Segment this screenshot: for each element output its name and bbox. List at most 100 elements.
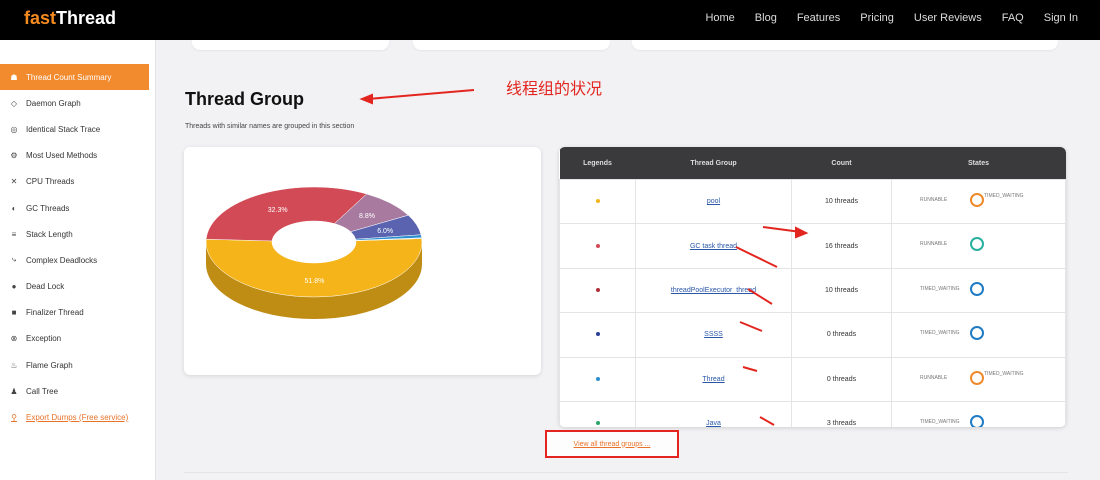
states-cell: RUNNABLE TIMED_WAITING (891, 178, 1066, 225)
sidebar-item-daemon-graph[interactable]: ◇ Daemon Graph (0, 90, 155, 116)
donut-label: 32.3% (268, 207, 288, 214)
legend-cell (559, 223, 636, 269)
tree-icon: ♟ (10, 386, 18, 396)
exception-icon: ⊗ (10, 334, 18, 344)
nav-sign-in[interactable]: Sign In (1044, 12, 1078, 24)
state-label: TIMED_WAITING (920, 285, 960, 292)
state-label: TIMED_WAITING (984, 193, 1024, 199)
nav-user-reviews[interactable]: User Reviews (914, 12, 982, 24)
export-icon: ⚲ (11, 413, 17, 423)
thread-group-link[interactable]: Java (635, 400, 792, 427)
nav-blog[interactable]: Blog (755, 12, 777, 24)
stack-icon: ◎ (10, 124, 18, 134)
app-logo[interactable]: fastThread (24, 8, 116, 29)
thread-group-link[interactable]: pool (635, 178, 792, 225)
table-row: GC task thread 16 threads RUNNABLE (559, 223, 1066, 269)
arrow-head-icon (359, 93, 373, 105)
state-donut-icon (970, 326, 984, 341)
sidebar-item-identical-stack[interactable]: ◎ Identical Stack Trace (0, 116, 155, 142)
thread-count: 0 threads (791, 312, 892, 358)
state-donut-icon (970, 370, 984, 385)
nav-pricing[interactable]: Pricing (860, 12, 894, 24)
sidebar-item-finalizer-thread[interactable]: ■ Finalizer Thread (0, 300, 155, 326)
previous-card-edge (632, 40, 1058, 50)
table-body: pool 10 threads RUNNABLE TIMED_WAITING GC ta… (559, 178, 1066, 427)
state-label: TIMED_WAITING (920, 330, 960, 337)
legend-dot (595, 243, 600, 248)
state-label: RUNNABLE (920, 374, 948, 381)
state-label: TIMED_WAITING (920, 418, 960, 425)
thread-group-table-card: Legends Thread Group Count States pool 10… (559, 147, 1066, 427)
legend-cell (559, 267, 636, 314)
legend-dot (595, 421, 600, 426)
states-cell: TIMED_WAITING (891, 312, 1066, 358)
annotation-arrow-icon (367, 89, 475, 100)
thread-group-link[interactable]: GC task thread (635, 223, 792, 269)
sidebar-item-export-dumps[interactable]: ⚲ Export Dumps (Free service) (0, 404, 155, 430)
state-donut-icon (970, 193, 984, 207)
finalizer-icon: ■ (11, 308, 17, 318)
sidebar-item-most-used-methods[interactable]: ⚙ Most Used Methods (0, 143, 155, 169)
nav-faq[interactable]: FAQ (1002, 12, 1024, 24)
state-label: TIMED_WAITING (984, 370, 1024, 377)
main-content: Thread Group Threads with similar names … (156, 40, 1100, 480)
previous-card-edge (413, 40, 610, 50)
donut-label: 51.8% (305, 278, 325, 285)
donut-chart: 51.8% 32.3% 8.8% 6.0% (205, 186, 423, 319)
thread-group-link[interactable]: SSSS (635, 312, 792, 358)
states-cell: TIMED_WAITING (891, 400, 1066, 427)
sidebar-item-cpu-threads[interactable]: ✕ CPU Threads (0, 169, 155, 195)
state-label: RUNNABLE (920, 241, 948, 248)
legend-dot (595, 287, 600, 292)
header-states: States (891, 147, 1066, 180)
legend-dot (595, 376, 600, 381)
thread-group-link[interactable]: Thread (635, 356, 792, 402)
sidebar-item-stack-length[interactable]: ≡ Stack Length (0, 221, 155, 247)
thread-count: 16 threads (791, 223, 892, 269)
thread-count: 10 threads (791, 267, 892, 314)
sidebar-item-complex-deadlocks[interactable]: ⤷ Complex Deadlocks (0, 247, 155, 273)
legend-cell (559, 400, 636, 427)
thread-group-table: Legends Thread Group Count States pool 10… (559, 147, 1066, 427)
sidebar-item-gc-threads[interactable]: ◐ GC Threads (0, 195, 155, 221)
section-description: Threads with similar names are grouped i… (185, 123, 355, 130)
legend-cell (559, 312, 636, 358)
table-row: SSSS 0 threads TIMED_WAITING (559, 312, 1066, 358)
cpu-icon: ✕ (10, 177, 18, 187)
sidebar-item-thread-count-summary[interactable]: ☗ Thread Count Summary (0, 64, 149, 91)
thread-group-link[interactable]: threadPoolExecutor_thread (635, 267, 792, 314)
states-cell: RUNNABLE (891, 223, 1066, 269)
flame-icon: ♨ (10, 360, 18, 370)
legend-dot (595, 332, 600, 337)
sidebar-item-dead-lock[interactable]: ● Dead Lock (0, 274, 155, 300)
state-donut-icon (970, 414, 984, 427)
table-row: threadPoolExecutor_thread 10 threads TIMED… (559, 267, 1066, 314)
header-thread-group: Thread Group (635, 147, 792, 180)
length-icon: ≡ (11, 229, 17, 239)
legend-cell (559, 178, 636, 225)
sidebar-item-call-tree[interactable]: ♟ Call Tree (0, 378, 155, 404)
previous-card-edge (192, 40, 389, 50)
lock-icon: ● (11, 282, 17, 292)
summary-icon: ☗ (10, 72, 18, 82)
top-nav: Home Blog Features Pricing User Reviews … (685, 12, 1078, 24)
states-cell: RUNNABLE TIMED_WAITING (891, 356, 1066, 402)
state-label: RUNNABLE (920, 197, 948, 203)
thread-count: 10 threads (791, 178, 892, 225)
nav-home[interactable]: Home (705, 12, 734, 24)
sidebar-item-exception[interactable]: ⊗ Exception (0, 326, 155, 352)
legend-cell (559, 356, 636, 402)
sidebar-item-flame-graph[interactable]: ♨ Flame Graph (0, 352, 155, 378)
donut-hole (272, 221, 356, 263)
page-title: Thread Group (185, 89, 305, 109)
donut-label: 8.8% (359, 213, 375, 220)
deadlock-icon: ⤷ (11, 255, 17, 265)
thread-group-chart-card: 51.8% 32.3% 8.8% 6.0% (184, 147, 541, 375)
nav-features[interactable]: Features (797, 12, 840, 24)
top-navbar: fastThread Home Blog Features Pricing Us… (0, 0, 1100, 40)
donut-label: 6.0% (377, 228, 393, 235)
annotation-text: 线程组的状况 (506, 79, 603, 98)
thread-count: 0 threads (791, 356, 892, 402)
header-count: Count (791, 147, 892, 180)
view-all-groups-button[interactable]: View all thread groups ... (545, 430, 679, 458)
